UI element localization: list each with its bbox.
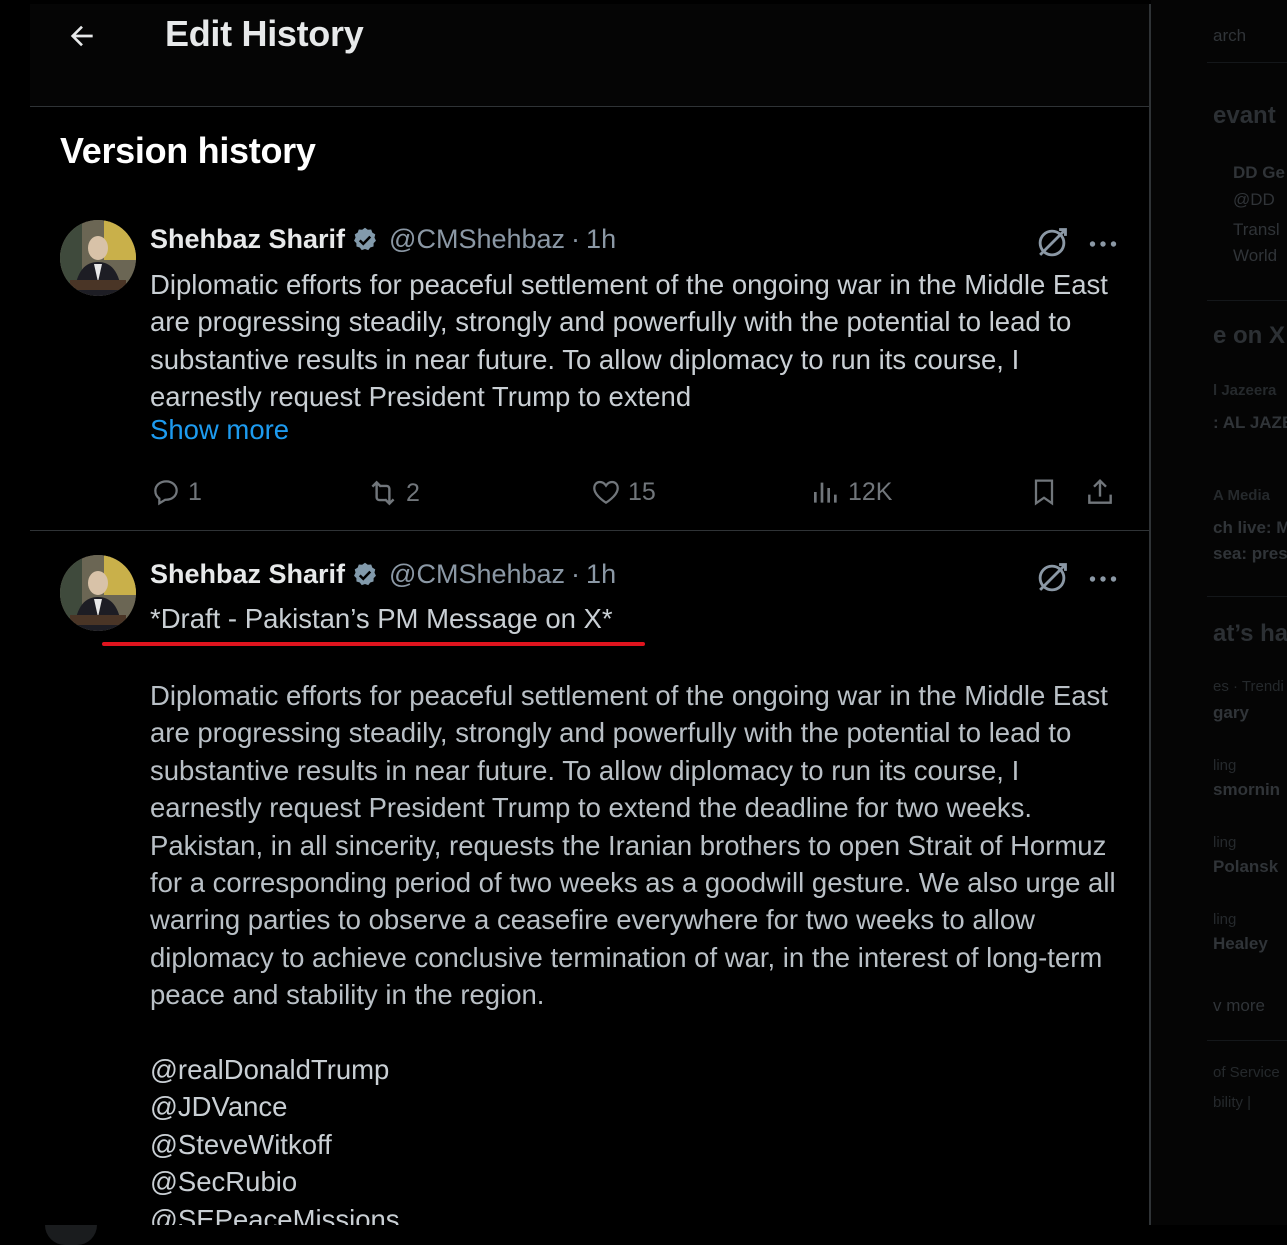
- more-options-icon[interactable]: [1085, 561, 1121, 597]
- live-source: A Media: [1213, 487, 1270, 504]
- page-title: Edit History: [165, 13, 364, 54]
- reply-count: 1: [188, 477, 202, 506]
- bookmark-icon: [1034, 479, 1054, 506]
- post-header: Shehbaz Sharif @CMShehbaz · 1h: [150, 224, 616, 255]
- trend-context: ling: [1213, 911, 1237, 928]
- divider: [1207, 300, 1287, 301]
- views-chart-icon: [814, 482, 837, 503]
- view-count: 12K: [848, 477, 893, 506]
- share-icon: [1088, 478, 1112, 504]
- views-button[interactable]: 12K: [810, 476, 892, 508]
- verified-badge-icon: [351, 226, 379, 254]
- divider: [1207, 596, 1287, 597]
- mention-link[interactable]: @JDVance: [150, 1088, 400, 1125]
- footer-link[interactable]: of Service: [1213, 1064, 1280, 1081]
- mentions-list: @realDonaldTrump @JDVance @SteveWitkoff …: [150, 1051, 400, 1225]
- post-actions: 1 2 15 12K: [150, 476, 1130, 516]
- mention-link[interactable]: @SEPeaceMissions: [150, 1201, 400, 1225]
- page-header: Edit History: [30, 4, 1149, 107]
- relevant-people-heading: evant: [1213, 102, 1276, 129]
- trend-title[interactable]: gary: [1213, 703, 1249, 723]
- back-button[interactable]: [62, 16, 102, 56]
- bottom-strip: [0, 1225, 1287, 1245]
- author-name[interactable]: Shehbaz Sharif: [150, 559, 345, 590]
- author-handle[interactable]: @CMShehbaz: [389, 559, 565, 590]
- mention-link[interactable]: @SteveWitkoff: [150, 1126, 400, 1163]
- live-source: l Jazeera: [1213, 382, 1277, 399]
- more-options-icon[interactable]: [1085, 226, 1121, 262]
- trend-title[interactable]: Healey: [1213, 934, 1268, 954]
- mention-link[interactable]: @realDonaldTrump: [150, 1051, 400, 1088]
- red-underline-annotation: [102, 642, 645, 646]
- repost-count: 2: [406, 478, 420, 507]
- author-handle[interactable]: @CMShehbaz: [389, 224, 565, 255]
- show-more-link[interactable]: v more: [1213, 996, 1265, 1016]
- show-more-link[interactable]: Show more: [150, 414, 289, 446]
- reply-button[interactable]: 1: [150, 476, 202, 508]
- divider: [1207, 1040, 1287, 1041]
- search-input[interactable]: arch: [1213, 26, 1246, 46]
- heart-icon: [593, 480, 619, 504]
- post-current-version[interactable]: Shehbaz Sharif @CMShehbaz · 1h Diplomati…: [30, 214, 1149, 531]
- avatar[interactable]: [60, 555, 136, 631]
- repost-icon: [371, 480, 395, 506]
- mention-link[interactable]: @SecRubio: [150, 1163, 400, 1200]
- separator-dot: ·: [571, 224, 581, 254]
- whats-happening-heading: at’s ha: [1213, 620, 1287, 647]
- right-sidebar: arch evant DD Ge @DD Transl World e on X…: [1151, 0, 1287, 1245]
- draft-heading: *Draft - Pakistan’s PM Message on X*: [150, 603, 613, 634]
- trend-title[interactable]: Polansk: [1213, 857, 1278, 877]
- main-column: Edit History Version history Shehbaz Sha…: [30, 4, 1151, 1225]
- trend-context: ling: [1213, 757, 1237, 774]
- account-bio-line: World: [1233, 246, 1278, 265]
- bookmark-button[interactable]: [1028, 476, 1060, 508]
- edit-history-icon[interactable]: [1033, 559, 1071, 597]
- like-count: 15: [628, 477, 656, 506]
- live-on-x-heading: e on X: [1213, 322, 1286, 349]
- footer-link[interactable]: bility |: [1213, 1094, 1251, 1111]
- arrow-left-icon: [70, 25, 93, 47]
- avatar[interactable]: [60, 220, 136, 296]
- divider: [1207, 62, 1287, 63]
- account-avatar-ghost: [45, 1225, 97, 1245]
- author-name[interactable]: Shehbaz Sharif: [150, 224, 345, 255]
- repost-button[interactable]: 2: [366, 476, 420, 510]
- post-header: Shehbaz Sharif @CMShehbaz · 1h: [150, 559, 616, 590]
- account-name[interactable]: DD Ge: [1233, 163, 1285, 183]
- edit-history-icon[interactable]: [1033, 224, 1071, 262]
- separator-dot: ·: [571, 559, 581, 589]
- trend-context: es · Trendi: [1213, 678, 1284, 695]
- like-button[interactable]: 15: [590, 476, 656, 508]
- post-time[interactable]: 1h: [586, 559, 616, 590]
- version-history-heading: Version history: [60, 130, 316, 171]
- reply-icon: [154, 480, 178, 506]
- trend-title[interactable]: smornin: [1213, 780, 1280, 800]
- trend-context: ling: [1213, 834, 1237, 851]
- post-original-version[interactable]: Shehbaz Sharif @CMShehbaz · 1h *Draft - …: [30, 549, 1149, 1225]
- account-bio-line: Transl: [1233, 220, 1280, 239]
- verified-badge-icon: [351, 561, 379, 589]
- post-time[interactable]: 1h: [586, 224, 616, 255]
- post-text: Diplomatic efforts for peaceful settleme…: [150, 680, 1116, 1011]
- live-title[interactable]: ch live: M: [1213, 518, 1287, 538]
- account-handle[interactable]: @DD: [1233, 190, 1275, 210]
- live-title[interactable]: sea: pres: [1213, 544, 1287, 564]
- share-button[interactable]: [1084, 476, 1116, 508]
- live-title[interactable]: : AL JAZE: [1213, 413, 1287, 433]
- post-text: Diplomatic efforts for peaceful settleme…: [150, 269, 1108, 413]
